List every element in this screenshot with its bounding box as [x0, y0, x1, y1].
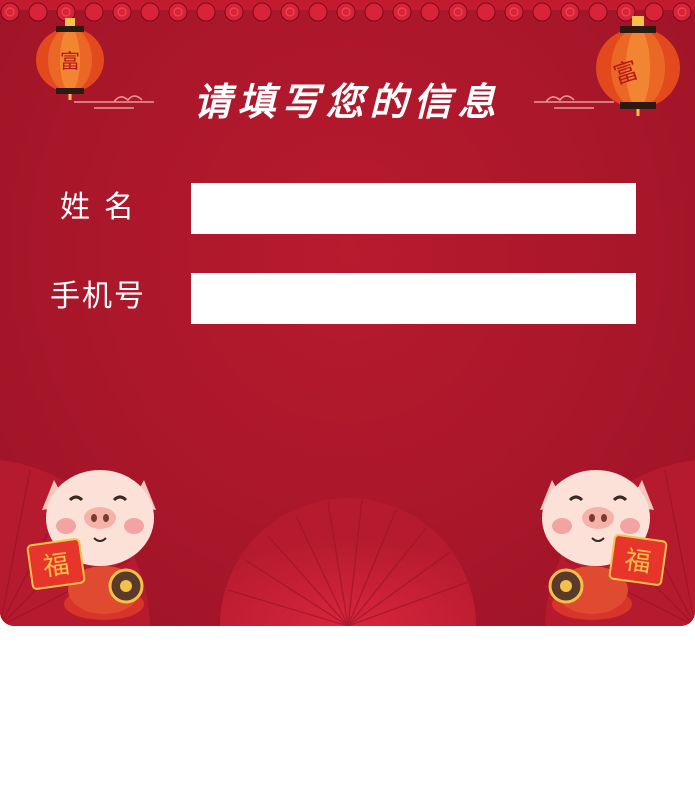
name-input[interactable] [191, 183, 636, 234]
title-row: 请填写您的信息 [0, 78, 695, 126]
svg-text:福: 福 [623, 545, 653, 578]
cartoon-pig-icon: 福 [26, 470, 156, 620]
auspicious-cloud-icon [534, 95, 614, 109]
phone-label: 手机号 [50, 279, 146, 314]
svg-text:福: 福 [41, 549, 71, 582]
name-label: 姓名 [60, 190, 148, 225]
svg-text:富: 富 [60, 49, 80, 73]
cartoon-pig-icon: 福 [540, 470, 668, 620]
phone-input[interactable] [191, 273, 636, 324]
info-card: 富 富 请填写您的信息 姓名 手机号 福 福 [0, 0, 695, 626]
